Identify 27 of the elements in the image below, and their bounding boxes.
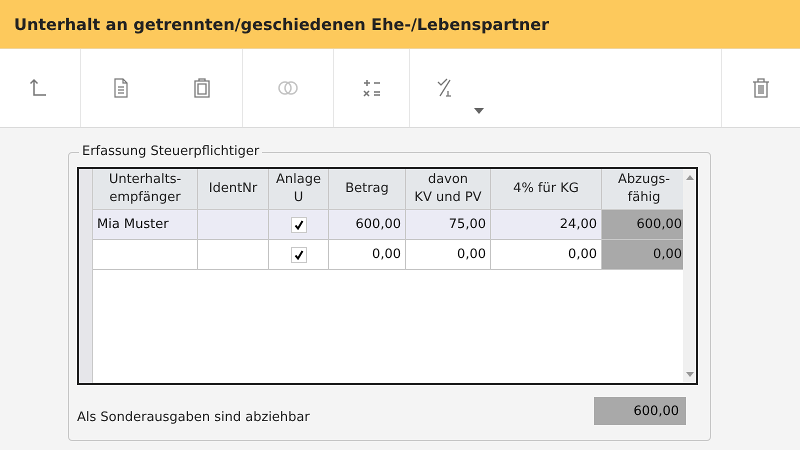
scrollbar[interactable] bbox=[683, 169, 696, 383]
row-header bbox=[79, 169, 93, 210]
group-title: Erfassung Steuerpflichtiger bbox=[79, 144, 262, 159]
column-header: 4% für KG bbox=[491, 169, 602, 210]
table-cell[interactable] bbox=[198, 210, 269, 240]
table-cell[interactable] bbox=[198, 240, 269, 270]
table-cell[interactable]: Mia Muster bbox=[93, 210, 198, 240]
column-header: IdentNr bbox=[198, 169, 269, 210]
page-title: Unterhalt an getrennten/geschiedenen Ehe-/Lebenspartner bbox=[14, 14, 550, 34]
total-value: 600,00 bbox=[594, 397, 686, 425]
table-cell[interactable]: 0,00 bbox=[329, 240, 406, 270]
column-header: Unterhalts- empfänger bbox=[93, 169, 198, 210]
column-header: davon KV und PV bbox=[406, 169, 491, 210]
column-header: Anlage U bbox=[269, 169, 329, 210]
total-label: Als Sonderausgaben sind abziehbar bbox=[77, 410, 310, 425]
checkmark-icon bbox=[294, 220, 304, 230]
table-cell[interactable] bbox=[93, 240, 198, 270]
scroll-up-icon bbox=[686, 175, 694, 180]
table-cell[interactable]: 0,00 bbox=[406, 240, 491, 270]
scroll-down-icon bbox=[686, 372, 694, 377]
checkbox[interactable] bbox=[290, 216, 306, 232]
checkmark-icon bbox=[294, 250, 304, 260]
table-cell[interactable]: 75,00 bbox=[406, 210, 491, 240]
column-header: Betrag bbox=[329, 169, 406, 210]
checkbox[interactable] bbox=[290, 246, 306, 262]
table-cell[interactable]: 24,00 bbox=[491, 210, 602, 240]
table-cell[interactable]: 600,00 bbox=[329, 210, 406, 240]
